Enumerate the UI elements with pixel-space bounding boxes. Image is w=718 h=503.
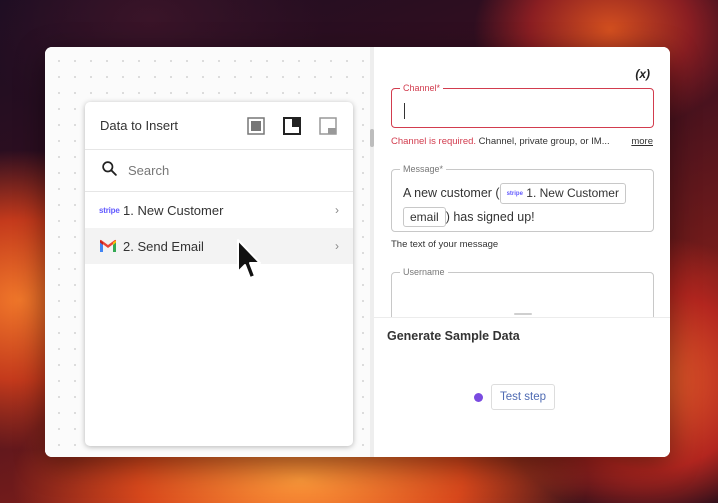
stripe-logo-icon: stripe [99,205,120,215]
step-item-new-customer[interactable]: stripe 1. New Customer › [85,192,353,228]
chevron-right-icon: › [335,203,339,217]
chip-label: 1. New Customer [526,186,619,200]
chevron-right-icon: › [335,239,339,253]
gmail-logo-icon [99,239,117,253]
layout-corner-icon[interactable] [318,116,338,136]
mouse-pointer-icon [237,239,261,279]
text-caret [404,103,405,119]
stripe-logo-icon: stripe [506,191,523,197]
variable-chip-continued[interactable]: email [403,207,446,227]
step-label: 1. New Customer [123,202,224,218]
test-step-row: Test step [474,384,556,410]
layout-split-icon[interactable] [282,116,302,136]
channel-helper-text: Channel, private group, or IM... [478,136,610,147]
test-step-button[interactable]: Test step [491,384,556,410]
chip-label-continued: email [410,210,439,224]
layout-full-icon[interactable] [246,116,266,136]
step-label: 2. Send Email [123,238,204,254]
message-helper: The text of your message [391,239,499,250]
popover-title: Data to Insert [100,118,179,133]
step-item-send-email[interactable]: 2. Send Email › [85,228,353,264]
app-window: Data to Insert stripe 1. New Customer › [45,47,670,457]
channel-error-text: Channel is required. [391,136,477,147]
channel-field[interactable]: Channel* [391,83,654,128]
insert-variable-button[interactable]: (x) [635,67,650,81]
channel-label: Channel* [400,83,444,94]
message-text-after: ) has signed up! [445,210,535,224]
username-label: Username [400,267,448,278]
search-icon [101,160,118,182]
sample-data-section: Generate Sample Data Test step [374,313,670,457]
more-link[interactable]: more [631,136,653,147]
search-row [85,150,353,192]
message-field[interactable]: Message* A new customer (stripe 1. New C… [391,164,654,232]
status-dot-icon [474,392,483,402]
resize-grip[interactable] [514,313,532,315]
step-config-panel: (x) Channel* Channel is required. Channe… [374,47,670,457]
message-text: A new customer (stripe 1. New Customer em… [403,181,643,229]
message-label: Message* [400,164,447,175]
channel-helper: Channel is required. Channel, private gr… [391,136,610,147]
popover-header: Data to Insert [85,102,353,150]
sample-data-title: Generate Sample Data [387,329,520,343]
search-input[interactable] [128,163,328,178]
message-text-before: A new customer ( [403,186,500,200]
variable-chip[interactable]: stripe 1. New Customer [499,183,626,204]
data-insert-popover: Data to Insert stripe 1. New Customer › [85,102,353,446]
